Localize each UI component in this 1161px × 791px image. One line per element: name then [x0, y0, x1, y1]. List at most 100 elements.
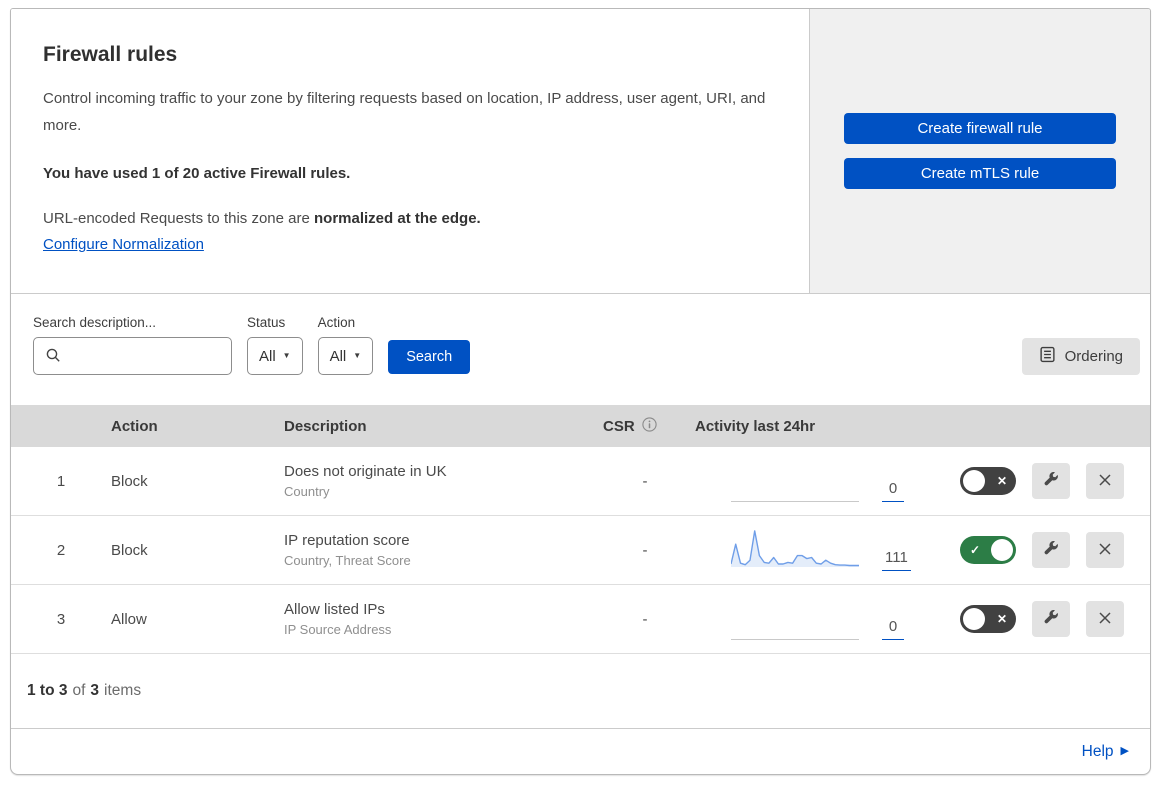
table-header: Action Description CSR Activity last 24h…: [11, 405, 1150, 447]
delete-rule-button[interactable]: [1086, 463, 1124, 499]
search-input[interactable]: [33, 337, 232, 375]
rule-number: 2: [56, 541, 66, 559]
help-label: Help: [1081, 742, 1114, 760]
toggle-knob: [963, 470, 985, 492]
wrench-icon: [1043, 609, 1059, 629]
info-icon[interactable]: [642, 416, 657, 436]
pagination-summary: 1 to 3 of 3 items: [11, 654, 1150, 728]
status-select[interactable]: All ▼: [247, 337, 303, 375]
list-icon: [1039, 346, 1056, 367]
activity-count-link[interactable]: 0: [882, 480, 904, 502]
rule-description: IP reputation score: [284, 532, 410, 549]
close-icon: [1097, 610, 1113, 629]
action-select[interactable]: All ▼: [317, 337, 374, 375]
pagination-of: of: [72, 682, 86, 699]
usage-summary: You have used 1 of 20 active Firewall ru…: [43, 165, 351, 182]
search-group: Search description...: [33, 315, 232, 375]
delete-rule-button[interactable]: [1086, 532, 1124, 568]
normalization-text: URL-encoded Requests to this zone are no…: [43, 210, 769, 227]
rule-controls: ✓: [960, 516, 1150, 584]
status-filter-group: Status All ▼: [247, 315, 303, 375]
search-icon: [45, 347, 62, 369]
edit-rule-button[interactable]: [1032, 532, 1070, 568]
toggle-knob: [963, 608, 985, 630]
pagination-items: items: [104, 682, 142, 699]
table-row: 1 Block Does not originate in UK Country…: [11, 447, 1150, 516]
activity-sparkline: [731, 525, 859, 571]
help-link[interactable]: Help ▶: [1082, 743, 1129, 761]
search-label: Search description...: [33, 315, 157, 330]
rule-match-fields: Country, Threat Score: [284, 553, 411, 568]
rule-controls: ✕: [960, 447, 1150, 515]
activity-sparkline-flat: [731, 456, 859, 502]
col-action-header: Action: [111, 417, 158, 435]
edit-rule-button[interactable]: [1032, 463, 1070, 499]
col-csr-header: CSR: [595, 416, 695, 436]
firewall-rules-card: Firewall rules Control incoming traffic …: [10, 8, 1151, 775]
rule-csr: -: [642, 541, 648, 559]
page-description: Control incoming traffic to your zone by…: [43, 90, 766, 134]
wrench-icon: [1043, 540, 1059, 560]
rule-activity-cell: 0: [695, 447, 960, 515]
actions-panel: Create firewall rule Create mTLS rule: [809, 9, 1150, 293]
pagination-range: 1 to 3: [27, 682, 68, 699]
rule-enabled-toggle[interactable]: ✕: [960, 467, 1016, 495]
rule-csr: -: [642, 472, 648, 490]
configure-normalization-link[interactable]: Configure Normalization: [43, 236, 204, 253]
rule-enabled-toggle[interactable]: ✕: [960, 605, 1016, 633]
rule-match-fields: IP Source Address: [284, 622, 392, 637]
status-label: Status: [247, 315, 286, 330]
close-icon: [1097, 541, 1113, 560]
create-firewall-rule-button[interactable]: Create firewall rule: [844, 113, 1116, 144]
chevron-down-icon: ▼: [282, 351, 291, 360]
status-value: All: [259, 347, 276, 365]
ordering-button[interactable]: Ordering: [1021, 338, 1140, 375]
activity-sparkline-flat: [731, 594, 859, 640]
toggle-state-icon: ✕: [996, 612, 1007, 626]
activity-count-link[interactable]: 0: [882, 618, 904, 640]
rule-number: 1: [56, 472, 66, 490]
table-row: 3 Allow Allow listed IPs IP Source Addre…: [11, 585, 1150, 654]
rule-enabled-toggle[interactable]: ✓: [960, 536, 1016, 564]
search-field-wrap: [33, 337, 232, 375]
table-row: 2 Block IP reputation score Country, Thr…: [11, 516, 1150, 585]
action-value: All: [329, 347, 347, 365]
create-mtls-rule-button[interactable]: Create mTLS rule: [844, 158, 1116, 189]
rule-number: 3: [56, 610, 66, 628]
delete-rule-button[interactable]: [1086, 601, 1124, 637]
header-text-block: Firewall rules Control incoming traffic …: [11, 9, 809, 293]
filter-bar: Search description... Status All ▼ Actio…: [11, 294, 1150, 405]
action-filter-group: Action All ▼: [317, 315, 374, 375]
activity-count-link[interactable]: 111: [882, 549, 911, 571]
toggle-knob: [991, 539, 1013, 561]
rule-description-cell: Does not originate in UK Country: [284, 463, 595, 499]
rule-controls: ✕: [960, 585, 1150, 653]
rule-description: Allow listed IPs: [284, 601, 385, 618]
normalization-prefix: URL-encoded Requests to this zone are: [43, 210, 310, 227]
col-activity-header: Activity last 24hr: [695, 417, 816, 435]
page-title: Firewall rules: [43, 43, 178, 66]
rule-action: Allow: [111, 610, 147, 628]
ordering-label: Ordering: [1064, 348, 1123, 365]
edit-rule-button[interactable]: [1032, 601, 1070, 637]
close-icon: [1097, 472, 1113, 491]
rule-match-fields: Country: [284, 484, 330, 499]
rule-action: Block: [111, 472, 148, 490]
csr-label: CSR: [603, 417, 635, 435]
rule-action: Block: [111, 541, 148, 559]
rule-csr: -: [642, 610, 648, 628]
toggle-state-icon: ✕: [996, 474, 1007, 488]
normalization-bold: normalized at the edge.: [314, 210, 481, 227]
rule-description-cell: Allow listed IPs IP Source Address: [284, 601, 595, 637]
search-button[interactable]: Search: [388, 340, 471, 374]
header-section: Firewall rules Control incoming traffic …: [11, 9, 1150, 294]
col-description-header: Description: [284, 417, 367, 435]
toggle-state-icon: ✓: [970, 543, 981, 557]
arrow-right-icon: ▶: [1120, 745, 1129, 757]
help-bar: Help ▶: [11, 728, 1150, 774]
chevron-down-icon: ▼: [353, 351, 362, 360]
action-label: Action: [317, 315, 356, 330]
wrench-icon: [1043, 471, 1059, 491]
rule-activity-cell: 111: [695, 516, 960, 584]
rule-description: Does not originate in UK: [284, 463, 447, 480]
